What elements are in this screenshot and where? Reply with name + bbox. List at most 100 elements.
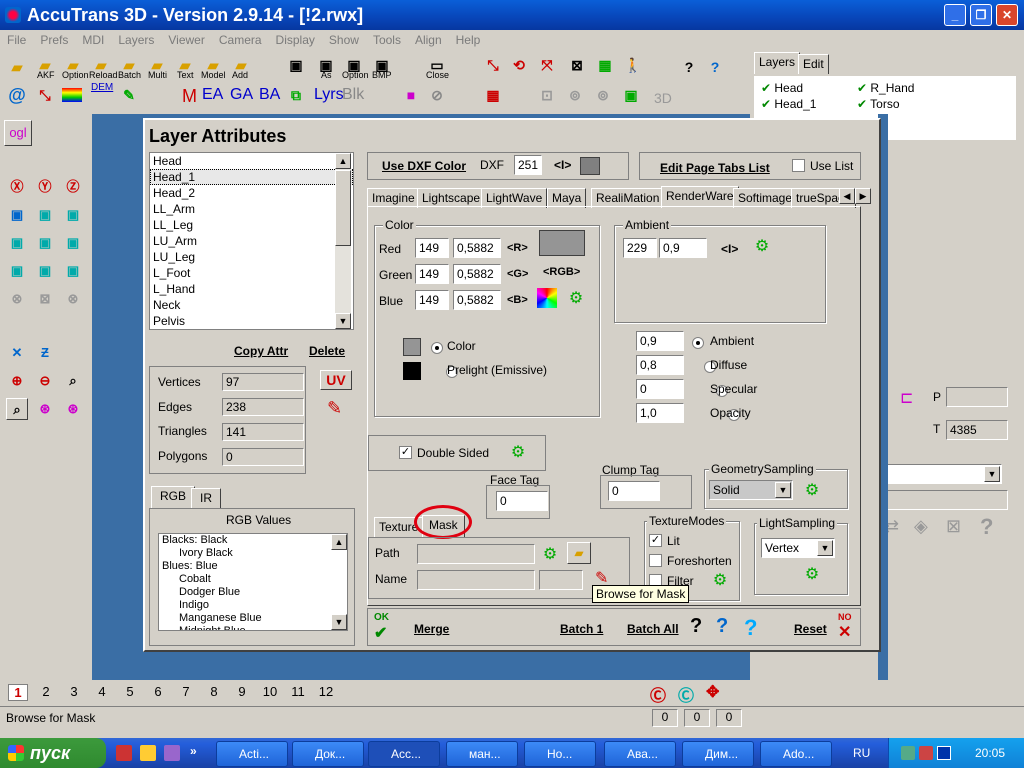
blue-int-input[interactable]: 149	[415, 290, 449, 310]
tab-layers[interactable]: Layers	[754, 52, 801, 74]
merge-button[interactable]: Merge	[414, 622, 449, 636]
layer-list-item[interactable]: Head_1	[150, 169, 353, 185]
use-list-checkbox[interactable]	[792, 159, 805, 172]
layer-list-item[interactable]: LU_Arm	[150, 233, 353, 249]
page-tab-12[interactable]: 12	[316, 684, 336, 699]
help-arrow2-icon[interactable]: ?	[716, 615, 728, 638]
double-sided-gear-icon[interactable]: ⚙	[507, 442, 529, 464]
blue-float-input[interactable]: 0,5882	[453, 290, 501, 310]
cube-i-icon[interactable]: ▣	[62, 260, 84, 282]
help-pointer-icon[interactable]: ?	[678, 56, 700, 78]
page-tab-9[interactable]: 9	[232, 684, 252, 699]
layer-list-item[interactable]: L_Foot	[150, 265, 353, 281]
cube-c-icon[interactable]: Ⓒ	[678, 682, 694, 706]
3d-label[interactable]: 3D	[654, 90, 672, 106]
copy-attr-button[interactable]: Copy Attr	[234, 344, 288, 358]
taskbar-item[interactable]: Ава...	[604, 741, 676, 767]
quicklaunch-chevron-icon[interactable]: »	[190, 744, 197, 758]
uv-pencil-icon[interactable]: ✎	[327, 398, 342, 419]
menu-file[interactable]: File	[7, 33, 26, 47]
rgb-value-item[interactable]: Cobalt	[159, 573, 347, 586]
color-radio[interactable]	[431, 341, 443, 354]
save-disk-icon[interactable]: ▣	[285, 54, 307, 76]
page-tab-3[interactable]: 3	[64, 684, 84, 699]
help-icon[interactable]: ?	[744, 615, 757, 641]
start-button[interactable]: пуск	[0, 738, 106, 768]
menu-mdi[interactable]: MDI	[82, 33, 104, 47]
cube-e-icon[interactable]: ▣	[34, 232, 56, 254]
taskbar-item[interactable]: Дим...	[682, 741, 754, 767]
format-tabs-left[interactable]: ◀	[839, 188, 855, 204]
gray-b-icon[interactable]: ⊠	[34, 288, 56, 310]
layer-list-item[interactable]: LL_Leg	[150, 217, 353, 233]
page-tab-4[interactable]: 4	[92, 684, 112, 699]
edit-page-tabs-list-button[interactable]: Edit Page Tabs List	[660, 161, 770, 175]
color-arrows-icon[interactable]: ⤡	[34, 84, 56, 106]
page-tab-1[interactable]: 1	[8, 684, 28, 701]
green-float-input[interactable]: 0,5882	[453, 264, 501, 284]
rgb-value-item[interactable]: Dodger Blue	[159, 586, 347, 599]
page-tab-11[interactable]: 11	[288, 684, 308, 699]
light-value-input[interactable]: 0	[636, 379, 684, 399]
zoom-window-icon[interactable]: ⌕	[6, 398, 28, 420]
tab-lightscape[interactable]: Lightscape	[417, 188, 486, 208]
right-tool3-icon[interactable]: ⊠	[946, 516, 961, 537]
dxf-input[interactable]: 251	[514, 155, 542, 175]
layer-scroll-up[interactable]: ▲	[335, 153, 351, 169]
ogl-button[interactable]: ogl	[4, 120, 32, 146]
rotate-x-icon[interactable]: Ⓧ	[6, 176, 28, 198]
quicklaunch-icon-2[interactable]	[140, 745, 156, 761]
delete-button[interactable]: Delete	[309, 344, 345, 358]
rotate-z-icon[interactable]: Ⓩ	[62, 176, 84, 198]
layer-list-item[interactable]: LL_Arm	[150, 201, 353, 217]
help-pointer2-icon[interactable]: ?	[704, 56, 726, 78]
zoom-out-icon[interactable]: ⊖	[34, 370, 56, 392]
cube-g-icon[interactable]: ▣	[6, 260, 28, 282]
taskbar-item[interactable]: Док...	[292, 741, 364, 767]
right-help-icon[interactable]: ?	[980, 514, 993, 540]
lit-checkbox[interactable]: ✓	[649, 534, 662, 547]
box-select-icon[interactable]: ⊠	[566, 54, 588, 76]
m-label[interactable]: M	[182, 86, 197, 107]
red-arrows[interactable]: <R>	[507, 242, 528, 254]
gray-tool3-icon[interactable]: ⊚	[592, 84, 614, 106]
lyrs-label[interactable]: Lyrs	[314, 86, 344, 104]
rainbow-lines-icon[interactable]	[62, 88, 82, 102]
blks-label[interactable]: Blk	[342, 86, 364, 104]
tab-maya[interactable]: Maya	[547, 188, 587, 208]
align-arrows-icon[interactable]: ⤧	[536, 54, 558, 76]
uv-button[interactable]: UV	[320, 370, 352, 390]
rotate-y-icon[interactable]: Ⓨ	[34, 176, 56, 198]
open-folder-icon[interactable]: ▰	[6, 56, 28, 78]
red-float-input[interactable]: 0,5882	[453, 238, 501, 258]
axis-x-icon[interactable]: ✕	[6, 342, 28, 364]
layer-list-item[interactable]: Head	[150, 153, 353, 169]
geometry-sampling-arrow[interactable]: ▼	[775, 482, 791, 498]
light-sampling-gear-icon[interactable]: ⚙	[801, 564, 823, 586]
pink-node-icon[interactable]: ⊏	[900, 388, 913, 408]
gray-tool2-icon[interactable]: ⊚	[564, 84, 586, 106]
tray-icon-1[interactable]	[901, 746, 915, 760]
path-gear-icon[interactable]: ⚙	[539, 544, 561, 566]
foreshorten-checkbox[interactable]	[649, 554, 662, 567]
menu-camera[interactable]: Camera	[219, 33, 262, 47]
ea-label[interactable]: EA	[202, 86, 223, 104]
page-tab-8[interactable]: 8	[204, 684, 224, 699]
gray-c-icon[interactable]: ⊗	[62, 288, 84, 310]
layer-list-item[interactable]: L_Hand	[150, 281, 353, 297]
light-radio[interactable]	[692, 336, 704, 349]
light-value-input[interactable]: 0,9	[636, 331, 684, 351]
tray-icon-2[interactable]	[919, 746, 933, 760]
rotate-c-icon[interactable]: Ⓒ	[650, 682, 666, 706]
tab-rgb[interactable]: RGB	[151, 486, 196, 508]
light-value-input[interactable]: 1,0	[636, 403, 684, 423]
texture-modes-gear-icon[interactable]: ⚙	[709, 570, 731, 592]
ba-label[interactable]: BA	[259, 86, 280, 104]
disabled-circle-icon[interactable]: ⊘	[426, 84, 448, 106]
ambient-arrows[interactable]: <I>	[721, 242, 738, 256]
grid-select-icon[interactable]: ▦	[482, 84, 504, 106]
menu-viewer[interactable]: Viewer	[168, 33, 204, 47]
cancel-button[interactable]: NO ✕	[838, 612, 852, 642]
rgb-value-item[interactable]: Blues: Blue	[159, 560, 347, 573]
page-tab-2[interactable]: 2	[36, 684, 56, 699]
